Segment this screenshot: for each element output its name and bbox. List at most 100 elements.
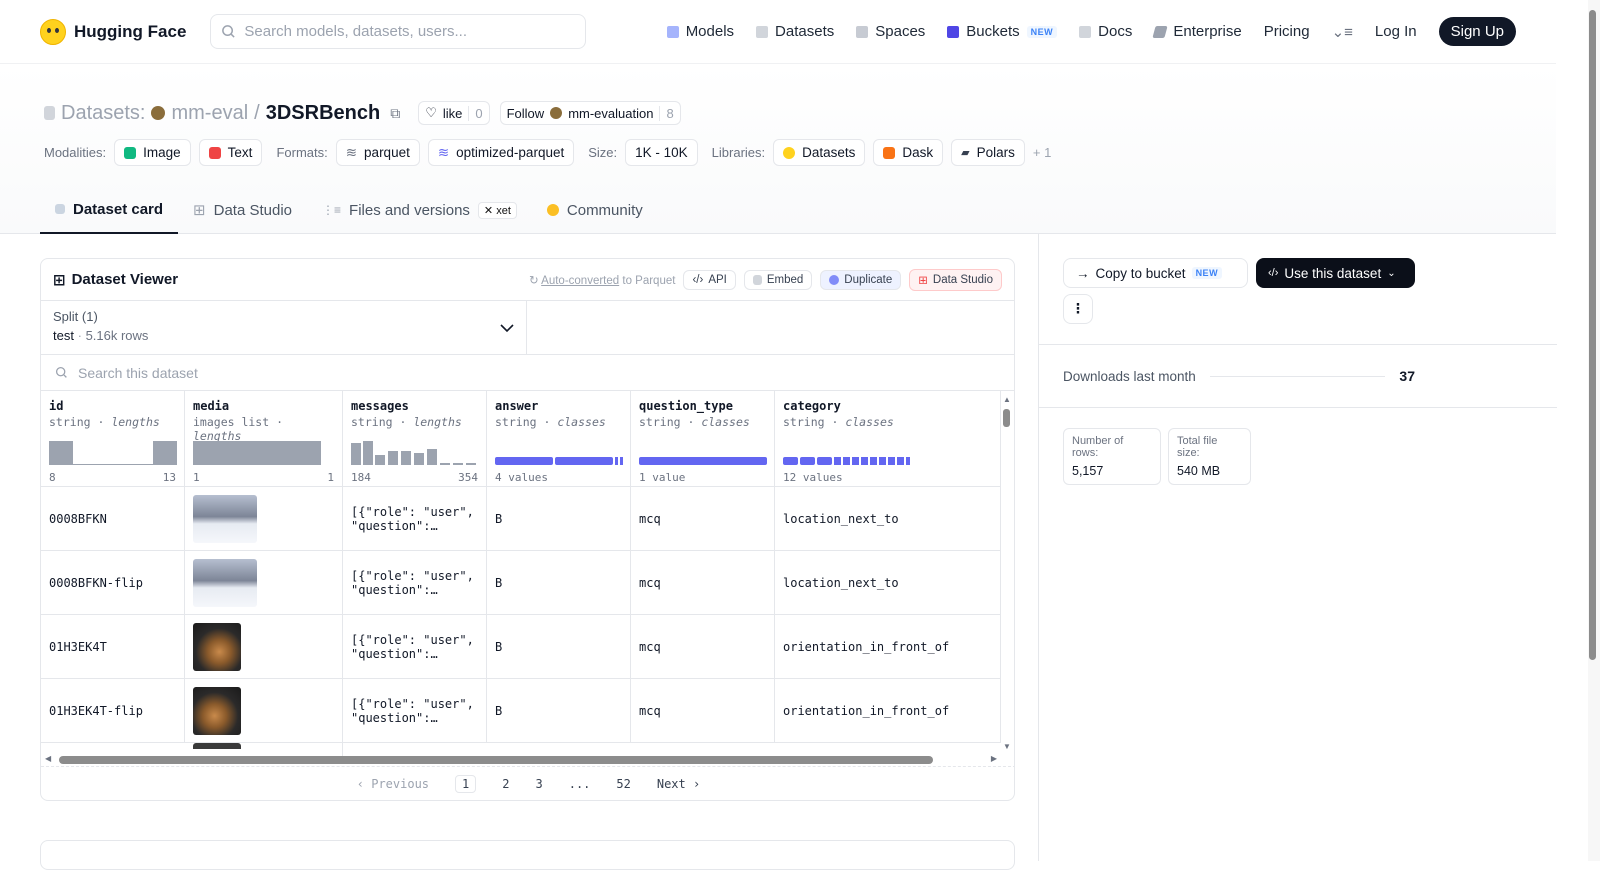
tab-files-and-versions[interactable]: ⋮≡ Files and versions ✕ xet (307, 186, 532, 234)
cell-question-type: mcq (631, 615, 775, 679)
page-52[interactable]: 52 (616, 777, 630, 791)
viewer-title: ⊞ Dataset Viewer (53, 271, 178, 289)
like-button[interactable]: ♡ like 0 (418, 101, 490, 125)
range-max: 13 (162, 471, 176, 484)
login-link[interactable]: Log In (1375, 23, 1417, 40)
code-icon: ‹/› (1268, 267, 1279, 279)
page-2[interactable]: 2 (502, 777, 509, 791)
column-header-answer[interactable]: answer string · classes 4 values (487, 391, 631, 487)
page-1[interactable]: 1 (455, 774, 477, 793)
pagination-previous[interactable]: ‹ Previous (357, 777, 429, 791)
search-input[interactable]: Search models, datasets, users... (210, 14, 587, 49)
snowboard-image-thumbnail[interactable] (193, 495, 257, 543)
data-studio-button[interactable]: ⊞ Data Studio (909, 268, 1002, 291)
repo-owner[interactable]: mm-eval (171, 102, 248, 125)
column-type-label: string (49, 415, 91, 429)
embed-button[interactable]: Embed (743, 269, 813, 290)
viewer-actions: ↻ Auto-converted to Parquet ‹/› API Embed… (529, 268, 1002, 291)
optimized-parquet-icon: ≋ (437, 144, 450, 160)
library-datasets[interactable]: Datasets (773, 139, 866, 166)
api-button[interactable]: ‹/› API (683, 269, 736, 290)
duplicate-icon (829, 274, 840, 285)
modality-text[interactable]: Text (198, 139, 263, 166)
cube-icon (666, 25, 679, 38)
database-icon (44, 106, 55, 120)
column-header-media[interactable]: media images list · lengths 11 (185, 391, 343, 487)
page-scrollbar[interactable] (1588, 0, 1600, 861)
nav-models[interactable]: Models (666, 23, 734, 40)
duplicate-label: Duplicate (844, 273, 893, 286)
column-type-label: string (351, 415, 393, 429)
modality-image[interactable]: Image (114, 139, 191, 166)
follow-button[interactable]: Follow mm-evaluation 8 (499, 101, 681, 125)
use-this-dataset-button[interactable]: ‹/› Use this dataset ⌄ (1256, 258, 1415, 288)
library-dask[interactable]: Dask (873, 139, 944, 166)
column-type: string · classes (495, 415, 606, 429)
pagination-next[interactable]: Next › (657, 777, 700, 791)
table-row[interactable]: 0008BFKN [{"role": "user", "question":… B… (41, 487, 1001, 551)
xet-label: xet (496, 204, 511, 217)
nav-spaces[interactable]: Spaces (856, 23, 925, 40)
modality-label: Image (143, 145, 181, 160)
libraries-more[interactable]: + 1 (1033, 145, 1051, 160)
column-header-messages[interactable]: messages string · lengths 184 354 (343, 391, 487, 487)
search-placeholder: Search models, datasets, users... (244, 23, 468, 40)
column-header-question-type[interactable]: question_type string · classes 1 value (631, 391, 775, 487)
table-vertical-scrollbar[interactable]: ▲ ▼ (1001, 395, 1013, 751)
new-badge: NEW (1026, 25, 1058, 38)
copy-to-bucket-button[interactable]: → Copy to bucket NEW (1063, 258, 1248, 288)
page-scroll-thumb[interactable] (1589, 10, 1596, 660)
nav-docs[interactable]: Docs (1079, 23, 1132, 40)
scroll-thumb[interactable] (1003, 409, 1010, 427)
size-tag[interactable]: 1K - 10K (625, 139, 698, 166)
cell-answer: B (487, 551, 631, 615)
dataset-search-input[interactable]: Search this dataset (41, 355, 1014, 391)
signup-button[interactable]: Sign Up (1438, 17, 1516, 46)
format-label: parquet (364, 145, 410, 160)
split-select[interactable]: Split (1) test · 5.16k rows (41, 301, 527, 354)
brand-logo[interactable]: Hugging Face (40, 18, 186, 45)
format-parquet[interactable]: ≋ parquet (335, 139, 420, 166)
messages-line: "question":… (351, 711, 438, 725)
nav-buckets[interactable]: Buckets NEW (947, 23, 1058, 40)
rows-label: Number of rows: (1072, 435, 1124, 459)
column-header-category[interactable]: category string · classes 12 values (775, 391, 1001, 487)
scroll-thumb[interactable] (59, 756, 933, 764)
table-horizontal-scrollbar[interactable]: ◀ ▶ (45, 754, 997, 765)
table-row[interactable]: 01H3EK4T [{"role": "user", "question":… B… (41, 615, 1001, 679)
auto-converted-link[interactable]: Auto-converted (541, 275, 619, 287)
page-3[interactable]: 3 (535, 777, 542, 791)
column-name: category (783, 399, 841, 413)
like-label: like (442, 105, 463, 121)
tab-dataset-card[interactable]: Dataset card (40, 186, 179, 234)
dataset-search-placeholder: Search this dataset (78, 364, 198, 381)
tab-community[interactable]: Community (532, 186, 658, 234)
table-row[interactable]: 01H3EK4T-flip [{"role": "user", "question… (41, 679, 1001, 743)
column-range: 4 values (495, 471, 622, 484)
modality-label: Text (227, 145, 253, 160)
nav-enterprise[interactable]: Enterprise (1152, 23, 1242, 40)
messages-line: [{"role": "user", (351, 697, 474, 711)
copy-icon[interactable]: ⧉ (390, 105, 400, 122)
snowboard-image-thumbnail[interactable] (193, 559, 257, 607)
table-row[interactable]: 0008BFKN-flip [{"role": "user", "question… (41, 551, 1001, 615)
auto-converted-suffix: to Parquet (622, 274, 676, 287)
more-menu-icon[interactable]: ⌄≡ (1332, 23, 1353, 41)
more-options-button[interactable]: ⋮ (1063, 294, 1093, 324)
library-polars[interactable]: ▰ Polars (951, 139, 1025, 166)
tab-data-studio[interactable]: ⊞ Data Studio (178, 186, 307, 234)
column-header-id[interactable]: id string · lengths 8 13 (41, 391, 185, 487)
nav-spaces-label: Spaces (875, 23, 926, 40)
repo-name[interactable]: 3DSRBench (266, 102, 380, 125)
code-icon: ‹/› (692, 273, 704, 286)
repo-meta: Modalities: Image Text Formats: ≋ parquet… (44, 139, 1051, 166)
arrow-right-icon: → (1076, 265, 1090, 281)
dog-image-thumbnail[interactable] (193, 687, 241, 735)
repo-type-label[interactable]: Datasets: (61, 102, 145, 125)
nav-pricing[interactable]: Pricing (1264, 23, 1310, 40)
nav-datasets[interactable]: Datasets (756, 23, 834, 40)
format-optimized-parquet[interactable]: ≋ optimized-parquet (427, 139, 575, 166)
duplicate-button[interactable]: Duplicate (820, 269, 902, 290)
use-dataset-label: Use this dataset (1284, 265, 1382, 281)
dog-image-thumbnail[interactable] (193, 623, 241, 671)
